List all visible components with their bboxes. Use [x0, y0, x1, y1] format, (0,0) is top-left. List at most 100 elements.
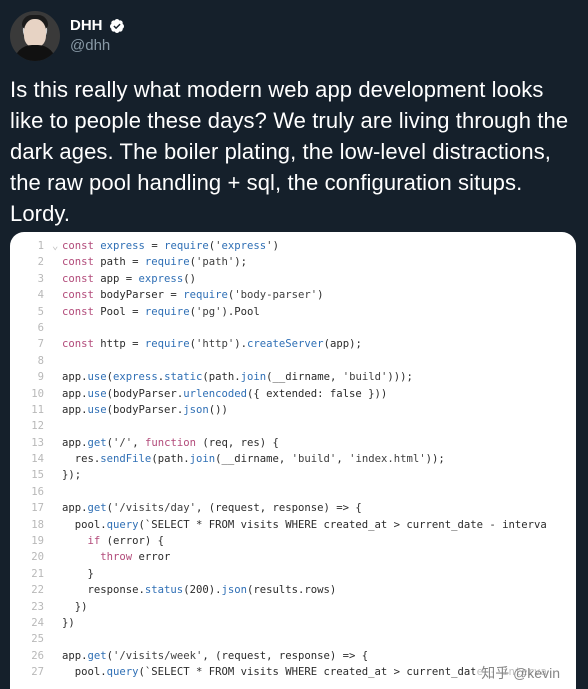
code-text: app.get('/visits/day', (request, respons…: [62, 502, 362, 515]
avatar[interactable]: [10, 11, 60, 61]
code-line: 22 response.status(200).json(results.row…: [10, 582, 576, 598]
tweet-text: Is this really what modern web app devel…: [10, 77, 569, 226]
code-line: 4 const bodyParser = require('body-parser…: [10, 287, 576, 303]
fold-gutter: [52, 320, 62, 336]
code-text: if (error) {: [87, 535, 165, 548]
fold-gutter: [52, 254, 62, 270]
code-line: 10 app.use(bodyParser.urlencoded({ extend…: [10, 386, 576, 402]
code-line: 21 }: [10, 566, 576, 582]
line-number: 19: [31, 535, 44, 548]
line-number: 11: [31, 403, 44, 416]
code-line: 12: [10, 418, 576, 434]
fold-gutter: [52, 648, 62, 664]
fold-gutter: [52, 484, 62, 500]
line-number: 9: [37, 371, 44, 384]
code-text: const express = require('express'): [62, 240, 279, 252]
line-number: 13: [31, 436, 44, 449]
fold-gutter: [52, 549, 62, 565]
fold-gutter: [52, 566, 62, 582]
code-text: const app = express(): [62, 272, 196, 285]
code-line: 24}): [10, 615, 576, 631]
code-line: 5 const Pool = require('pg').Pool: [10, 304, 576, 320]
line-number: 1: [37, 240, 44, 252]
line-number: 21: [31, 567, 44, 580]
code-line: 18 pool.query(`SELECT * FROM visits WHER…: [10, 517, 576, 533]
line-number: 22: [31, 584, 44, 597]
fold-gutter: [52, 615, 62, 631]
fold-gutter: [52, 386, 62, 402]
line-number: 16: [31, 485, 44, 498]
fold-gutter: [52, 304, 62, 320]
code-line: 3 const app = express(): [10, 271, 576, 287]
code-text: });: [62, 469, 82, 482]
code-text: const http = require('http').createServe…: [62, 338, 362, 351]
code-line: 16: [10, 484, 576, 500]
fold-gutter: [52, 435, 62, 451]
attached-code-image[interactable]: 1 ⌄ const express = require('express') 2 con…: [10, 232, 576, 689]
fold-gutter: [52, 336, 62, 352]
fold-gutter: [52, 664, 62, 680]
code-text: const bodyParser = require('body-parser'…: [62, 289, 324, 302]
code-line: 8: [10, 353, 576, 369]
line-number: 26: [31, 649, 44, 662]
code-line: 14 res.sendFile(path.join(__dirname, 'bu…: [10, 451, 576, 467]
fold-gutter: [52, 287, 62, 303]
fold-gutter: [52, 533, 62, 549]
display-name-row: DHH: [70, 17, 125, 35]
code-text: pool.query(`SELECT * FROM visits WHERE c…: [62, 518, 547, 531]
watermark: 知乎 @kevin: [475, 661, 566, 685]
line-number: 12: [31, 420, 44, 433]
code-text: app.use(express.static(path.join(__dirna…: [62, 371, 413, 384]
line-number: 7: [37, 338, 44, 351]
line-number: 5: [37, 305, 44, 318]
handle[interactable]: @dhh: [70, 37, 125, 55]
line-number: 17: [31, 502, 44, 515]
code-text: response.status(200).json(results.rows): [62, 584, 337, 597]
line-number: 25: [31, 633, 44, 646]
fold-gutter: [52, 402, 62, 418]
line-number: 10: [31, 387, 44, 400]
code-text: app.use(bodyParser.urlencoded({ extended…: [62, 387, 388, 400]
code-line: 6: [10, 320, 576, 336]
fold-gutter: [52, 353, 62, 369]
fold-gutter: [52, 582, 62, 598]
code-text: throw error: [100, 551, 171, 564]
line-number: 3: [37, 272, 44, 285]
fold-chevron-icon[interactable]: ⌄: [52, 238, 62, 254]
code-text: app.get('/visits/week', (request, respon…: [62, 649, 369, 662]
line-number: 23: [31, 600, 44, 613]
code-text: res.sendFile(path.join(__dirname, 'build…: [62, 453, 445, 466]
code-text: }): [62, 600, 88, 613]
code-text: app.get('/', function (req, res) {: [62, 436, 279, 449]
line-number: 20: [31, 551, 44, 564]
code-line: 17 app.get('/visits/day', (request, respo…: [10, 500, 576, 516]
line-number: 18: [31, 518, 44, 531]
line-number: 8: [37, 354, 44, 367]
line-number: 2: [37, 256, 44, 269]
code-text: }): [62, 616, 75, 629]
code-text: }: [62, 567, 94, 580]
line-number: 4: [37, 289, 44, 302]
code-line: 13 app.get('/', function (req, res) {: [10, 435, 576, 451]
code-line: 25: [10, 631, 576, 647]
line-number: 6: [37, 321, 44, 334]
fold-gutter: [52, 517, 62, 533]
fold-gutter: [52, 451, 62, 467]
avatar-face: [24, 19, 46, 47]
author-names: DHH @dhh: [70, 17, 125, 55]
display-name[interactable]: DHH: [70, 17, 103, 35]
fold-gutter: [52, 271, 62, 287]
fold-gutter: [52, 467, 62, 483]
fold-gutter: [52, 500, 62, 516]
fold-gutter: [52, 418, 62, 434]
line-number: 24: [31, 616, 44, 629]
tweet-header: DHH @dhh: [10, 8, 125, 64]
code-text: app.use(bodyParser.json()): [62, 403, 228, 416]
code-line: 1 ⌄ const express = require('express'): [10, 238, 576, 254]
code-line: 7 const http = require('http').createServ…: [10, 336, 576, 352]
code-text: pool.query(`SELECT * FROM visits WHERE c…: [62, 666, 547, 679]
line-number: 14: [31, 453, 44, 466]
code-line: 15});: [10, 467, 576, 483]
code-line: 2 const path = require('path');: [10, 254, 576, 270]
code-text: const Pool = require('pg').Pool: [62, 305, 260, 318]
